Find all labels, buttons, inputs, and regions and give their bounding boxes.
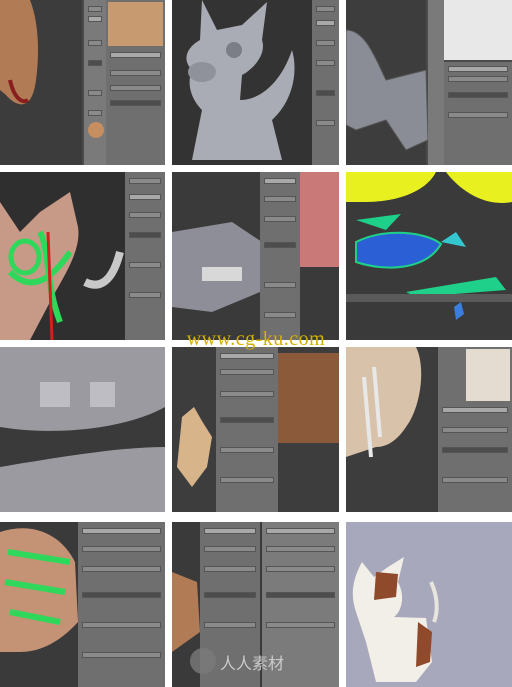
watermark-logo: 人人素材	[190, 648, 330, 678]
uv-islands	[346, 172, 512, 320]
properties-panel[interactable]	[125, 172, 165, 340]
head-weight-paint	[0, 192, 124, 340]
tile-leg-rig[interactable]	[346, 347, 512, 512]
watermark-url: www.cg-ku.com	[186, 328, 326, 350]
reference-photo	[444, 0, 512, 60]
tool-panel[interactable]	[428, 0, 444, 165]
mouth-reference	[300, 172, 339, 267]
properties-panel[interactable]	[312, 0, 339, 165]
teeth-closeup-model	[0, 347, 165, 512]
tile-teeth-closeup[interactable]	[0, 347, 165, 512]
material-ball	[88, 122, 104, 138]
leg-reference-photo	[466, 349, 510, 401]
properties-panel[interactable]	[444, 62, 512, 165]
tile-weight-paint-head[interactable]	[0, 172, 165, 340]
properties-panel[interactable]	[260, 172, 300, 340]
tile-final-render[interactable]	[346, 522, 512, 687]
properties-panel[interactable]	[78, 522, 165, 687]
properties-panel[interactable]	[438, 347, 512, 512]
body-retopo-mesh	[346, 29, 429, 151]
tile-body-retopo[interactable]	[346, 0, 512, 165]
leg-armature	[346, 347, 422, 458]
tile-uv-layout[interactable]	[346, 172, 512, 340]
dog-model	[177, 407, 212, 487]
reference-thumbnail	[108, 2, 163, 46]
logo-text: 人人素材	[220, 654, 285, 673]
dog-head-sculpt	[186, 0, 295, 160]
tile-body-armature[interactable]	[0, 522, 165, 687]
tile-body-texture-paint[interactable]	[0, 0, 165, 165]
tool-panel[interactable]	[84, 0, 106, 165]
tile-dog-reference[interactable]	[172, 347, 339, 512]
jaw-model	[172, 222, 262, 312]
tile-head-sculpt[interactable]	[172, 0, 339, 165]
dog-body-texture	[0, 0, 38, 105]
armature-bones	[0, 528, 78, 652]
properties-panel[interactable]	[216, 347, 278, 512]
logo-icon	[190, 648, 216, 674]
uv-editor-header[interactable]	[346, 294, 512, 302]
dog-photo-reference	[278, 353, 339, 443]
properties-panel[interactable]	[106, 0, 165, 165]
tile-teeth-sculpt[interactable]	[172, 172, 339, 340]
rendered-dog	[352, 557, 439, 682]
